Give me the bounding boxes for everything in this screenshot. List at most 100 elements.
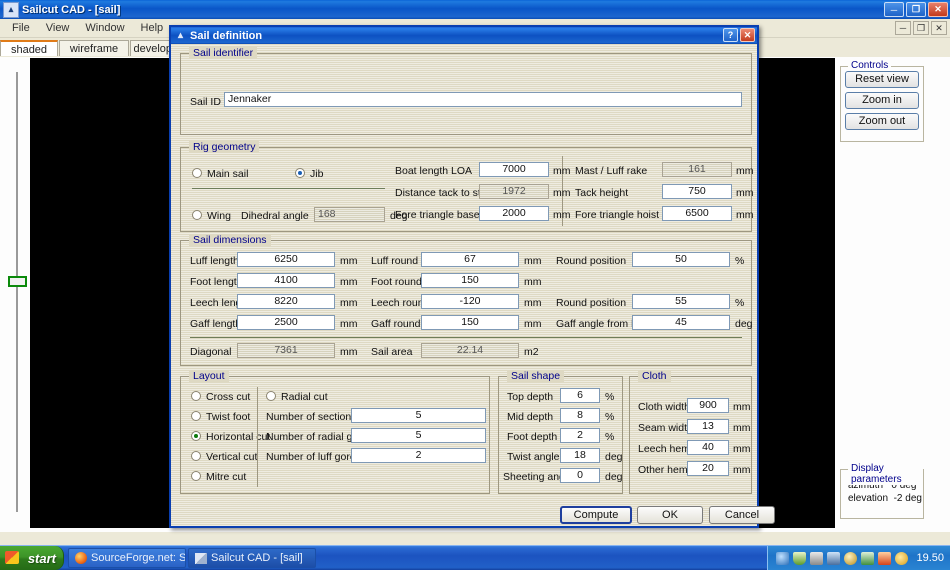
start-button[interactable]: start — [0, 546, 64, 570]
number-of-luff-gores-label: Number of luff gores — [266, 451, 361, 463]
other-hems-label: Other hems — [638, 464, 693, 476]
gaff-length-input[interactable]: 2500 — [237, 315, 335, 330]
restore-button[interactable]: ❐ — [906, 2, 926, 17]
zoom-out-button[interactable]: Zoom out — [845, 113, 919, 130]
mdi-close-button[interactable]: ✕ — [931, 21, 947, 35]
radio-mitre-cut-label: Mitre cut — [206, 471, 247, 483]
view-slider-thumb[interactable] — [8, 276, 27, 287]
top-depth-input[interactable]: 6 — [560, 388, 600, 403]
twist-angle-input[interactable]: 18 — [560, 448, 600, 463]
radio-jib[interactable] — [295, 168, 305, 178]
radio-radial-cut[interactable] — [266, 391, 276, 401]
printer-icon[interactable] — [861, 551, 875, 565]
fore-triangle-base-label: Fore triangle base J — [395, 209, 488, 221]
compute-button[interactable]: Compute — [560, 506, 632, 524]
luff-round-input[interactable]: 67 — [421, 252, 519, 267]
reset-view-button[interactable]: Reset view — [845, 71, 919, 88]
mdi-minimize-button[interactable]: ─ — [895, 21, 911, 35]
radio-cross-cut-label: Cross cut — [206, 391, 251, 403]
other-hems-input[interactable]: 20 — [687, 461, 729, 476]
taskbar-item-sourceforge[interactable]: SourceForge.net: Sail... — [68, 548, 186, 568]
menu-window[interactable]: Window — [77, 20, 132, 36]
sail-icon: ▴ — [177, 30, 184, 41]
zoom-in-button[interactable]: Zoom in — [845, 92, 919, 109]
menu-file[interactable]: File — [4, 20, 38, 36]
layout-legend: Layout — [189, 370, 229, 382]
seam-width-input[interactable]: 13 — [687, 419, 729, 434]
round-position-top-input[interactable]: 50 — [632, 252, 730, 267]
mast-luff-rake-input[interactable]: 161 — [662, 162, 732, 177]
clock-icon[interactable] — [844, 551, 858, 565]
dihedral-angle-input[interactable]: 168 — [314, 207, 385, 222]
radio-twist-foot[interactable] — [191, 411, 201, 421]
radio-main-sail[interactable] — [192, 168, 202, 178]
fore-triangle-base-input[interactable]: 2000 — [479, 206, 549, 221]
fore-triangle-hoist-input[interactable]: 6500 — [662, 206, 732, 221]
mdi-restore-button[interactable]: ❐ — [913, 21, 929, 35]
power-icon[interactable] — [878, 551, 892, 565]
cloth-width-input[interactable]: 900 — [687, 398, 729, 413]
top-depth-label: Top depth — [507, 391, 554, 403]
controls-panel-legend: Controls — [848, 60, 892, 71]
foot-depth-input[interactable]: 2 — [560, 428, 600, 443]
menu-help[interactable]: Help — [133, 20, 172, 36]
radio-vertical-cut[interactable] — [191, 451, 201, 461]
network-icon[interactable] — [776, 551, 790, 565]
close-button[interactable]: ✕ — [928, 2, 948, 17]
sheeting-angle-input[interactable]: 0 — [560, 468, 600, 483]
radio-mitre-cut[interactable] — [191, 471, 201, 481]
leech-round-input[interactable]: -120 — [421, 294, 519, 309]
sail-icon: ▴ — [3, 1, 19, 18]
mid-depth-label: Mid depth — [507, 411, 554, 423]
taskbar-item-sailcut[interactable]: Sailcut CAD - [sail] — [188, 548, 316, 568]
tab-shaded-view[interactable]: shaded view — [0, 40, 58, 72]
display-parameters-legend: Display parameters — [848, 463, 923, 485]
dihedral-angle-label: Dihedral angle — [241, 210, 309, 222]
gaff-angle-from-luff-input[interactable]: 45 — [632, 315, 730, 330]
radio-twist-foot-label: Twist foot — [206, 411, 251, 423]
clock-label[interactable]: 19.50 — [916, 552, 944, 564]
dialog-close-button[interactable]: ✕ — [740, 28, 755, 42]
help-button[interactable]: ? — [723, 28, 738, 42]
radio-wing[interactable] — [192, 210, 202, 220]
sail-id-input[interactable]: Jennaker — [224, 92, 742, 107]
sail-area-unit: m2 — [524, 346, 539, 358]
diagonal-value: 7361 — [237, 343, 335, 358]
twist-angle-unit: deg — [605, 451, 623, 463]
tack-height-input[interactable]: 750 — [662, 184, 732, 199]
round-position-leech-input[interactable]: 55 — [632, 294, 730, 309]
foot-depth-unit: % — [605, 431, 615, 443]
cancel-button[interactable]: Cancel — [709, 506, 775, 524]
boat-length-loa-label: Boat length LOA — [395, 165, 473, 177]
menu-view[interactable]: View — [38, 20, 78, 36]
foot-length-input[interactable]: 4100 — [237, 273, 335, 288]
luff-length-input[interactable]: 6250 — [237, 252, 335, 267]
number-of-sections-input[interactable]: 5 — [351, 408, 486, 423]
leech-length-input[interactable]: 8220 — [237, 294, 335, 309]
leech-hem-input[interactable]: 40 — [687, 440, 729, 455]
sail-area-label: Sail area — [371, 346, 413, 358]
number-of-luff-gores-input[interactable]: 2 — [351, 448, 486, 463]
volume-icon[interactable] — [895, 551, 909, 565]
monitor-icon[interactable] — [827, 551, 841, 565]
elevation-row: elevation -2 deg — [841, 492, 923, 505]
gaff-round-input[interactable]: 150 — [421, 315, 519, 330]
mid-depth-input[interactable]: 8 — [560, 408, 600, 423]
display-parameters-panel: Display parameters azimuth 0 deg elevati… — [840, 463, 924, 519]
shield-icon[interactable] — [793, 551, 807, 565]
boat-length-loa-input[interactable]: 7000 — [479, 162, 549, 177]
minimize-button[interactable]: ─ — [884, 2, 904, 17]
radio-cross-cut[interactable] — [191, 391, 201, 401]
boat-length-loa-unit: mm — [553, 165, 571, 177]
gaff-length-unit: mm — [340, 318, 358, 330]
cloth-width-unit: mm — [733, 401, 751, 413]
tab-wireframe-view[interactable]: wireframe view — [59, 40, 129, 71]
ok-button[interactable]: OK — [637, 506, 703, 524]
foot-round-input[interactable]: 150 — [421, 273, 519, 288]
distance-tack-to-stem-input[interactable]: 1972 — [479, 184, 549, 199]
number-of-radial-gores-input[interactable]: 5 — [351, 428, 486, 443]
view-slider-track[interactable] — [16, 72, 18, 512]
save-icon[interactable] — [810, 551, 824, 565]
radio-horizontal-cut[interactable] — [191, 431, 201, 441]
tack-height-unit: mm — [736, 187, 754, 199]
